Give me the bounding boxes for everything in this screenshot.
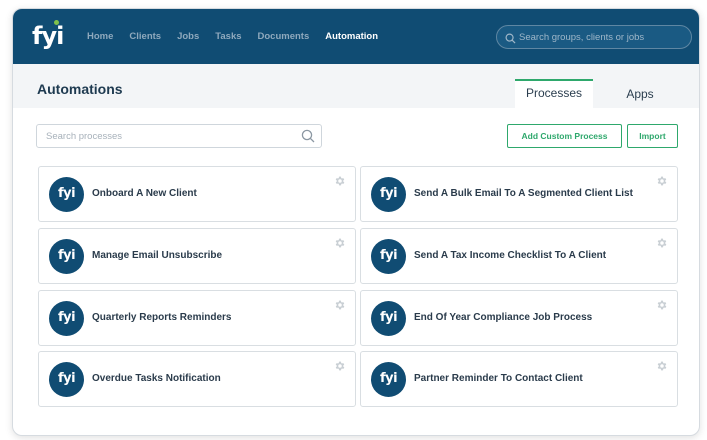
fyi-avatar: fyi bbox=[49, 301, 84, 336]
gear-icon[interactable] bbox=[656, 298, 668, 316]
main-nav: Home Clients Jobs Tasks Documents Automa… bbox=[87, 31, 394, 42]
fyi-avatar: fyi bbox=[371, 362, 406, 397]
process-title: End Of Year Compliance Job Process bbox=[414, 312, 593, 323]
nav-item-home[interactable]: Home bbox=[87, 31, 113, 42]
global-search bbox=[496, 25, 692, 49]
gear-icon[interactable] bbox=[334, 174, 346, 192]
process-card[interactable]: fyi Onboard A New Client bbox=[38, 166, 356, 222]
process-card[interactable]: fyi Quarterly Reports Reminders bbox=[38, 290, 356, 346]
fyi-avatar: fyi bbox=[49, 362, 84, 397]
nav-item-tasks[interactable]: Tasks bbox=[215, 31, 241, 42]
fyi-avatar: fyi bbox=[371, 301, 406, 336]
process-title: Send A Tax Income Checklist To A Client bbox=[414, 250, 607, 261]
nav-item-clients[interactable]: Clients bbox=[129, 31, 161, 42]
process-search bbox=[36, 124, 322, 148]
process-title: Partner Reminder To Contact Client bbox=[414, 373, 583, 384]
fyi-avatar: fyi bbox=[49, 177, 84, 212]
gear-icon[interactable] bbox=[334, 298, 346, 316]
fyi-avatar: fyi bbox=[371, 239, 406, 274]
import-button[interactable]: Import bbox=[627, 124, 678, 148]
process-search-input[interactable] bbox=[46, 129, 296, 144]
nav-item-documents[interactable]: Documents bbox=[258, 31, 310, 42]
fyi-avatar: fyi bbox=[49, 239, 84, 274]
process-title: Quarterly Reports Reminders bbox=[92, 312, 232, 323]
process-card[interactable]: fyi Partner Reminder To Contact Client bbox=[360, 351, 678, 407]
process-card[interactable]: fyi End Of Year Compliance Job Process bbox=[360, 290, 678, 346]
add-custom-process-button[interactable]: Add Custom Process bbox=[507, 124, 622, 148]
gear-icon[interactable] bbox=[656, 174, 668, 192]
tab-apps[interactable]: Apps bbox=[609, 79, 671, 108]
nav-item-automation[interactable]: Automation bbox=[325, 31, 378, 42]
process-title: Send A Bulk Email To A Segmented Client … bbox=[414, 188, 633, 199]
process-card[interactable]: fyi Send A Bulk Email To A Segmented Cli… bbox=[360, 166, 678, 222]
gear-icon[interactable] bbox=[334, 236, 346, 254]
gear-icon[interactable] bbox=[334, 359, 346, 377]
gear-icon[interactable] bbox=[656, 236, 668, 254]
process-card[interactable]: fyi Overdue Tasks Notification bbox=[38, 351, 356, 407]
logo-accent-dot bbox=[54, 20, 59, 25]
process-title: Overdue Tasks Notification bbox=[92, 373, 221, 384]
app-window: fyi Home Clients Jobs Tasks Documents Au… bbox=[12, 8, 700, 436]
gear-icon[interactable] bbox=[656, 359, 668, 377]
nav-item-jobs[interactable]: Jobs bbox=[177, 31, 199, 42]
process-title: Manage Email Unsubscribe bbox=[92, 250, 223, 261]
page-title: Automations bbox=[37, 81, 123, 97]
search-icon bbox=[505, 31, 516, 49]
fyi-avatar: fyi bbox=[371, 177, 406, 212]
global-search-input[interactable] bbox=[519, 29, 687, 45]
process-title: Onboard A New Client bbox=[92, 188, 197, 199]
tab-processes[interactable]: Processes bbox=[515, 79, 593, 108]
process-card[interactable]: fyi Send A Tax Income Checklist To A Cli… bbox=[360, 228, 678, 284]
process-card[interactable]: fyi Manage Email Unsubscribe bbox=[38, 228, 356, 284]
top-navigation-bar: fyi Home Clients Jobs Tasks Documents Au… bbox=[13, 9, 699, 64]
fyi-logo[interactable]: fyi bbox=[32, 22, 64, 50]
search-icon[interactable] bbox=[301, 129, 315, 148]
